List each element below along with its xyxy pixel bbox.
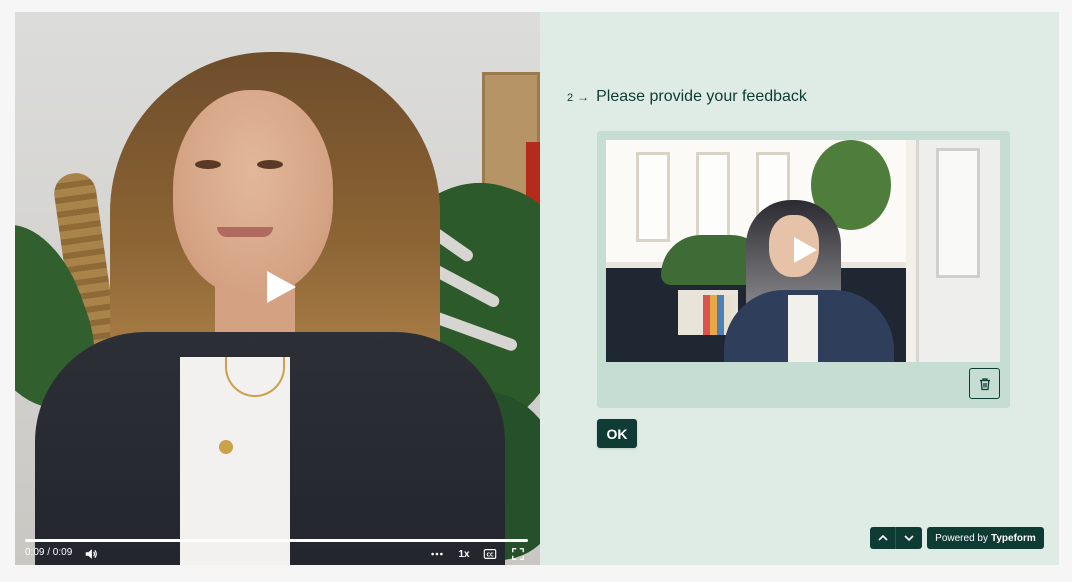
- typeform-brand: Typeform: [990, 532, 1036, 544]
- recorded-video-player[interactable]: [606, 140, 1000, 362]
- captions-icon[interactable]: CC: [482, 546, 498, 562]
- question-header: 2 → Please provide your feedback: [567, 88, 807, 106]
- arrow-right-icon: →: [577, 90, 590, 104]
- question-number: 2: [567, 92, 574, 104]
- ok-button[interactable]: OK: [597, 419, 637, 448]
- video-progress-bar[interactable]: [25, 539, 528, 542]
- previous-question-button[interactable]: [870, 527, 896, 549]
- window-pane: [696, 152, 730, 242]
- playback-speed[interactable]: 1x: [455, 546, 473, 562]
- next-question-button[interactable]: [896, 527, 922, 549]
- more-icon[interactable]: [429, 546, 445, 562]
- fullscreen-icon[interactable]: [510, 546, 526, 562]
- pendant: [219, 440, 233, 454]
- play-icon[interactable]: [265, 270, 297, 304]
- form-frame: 0:09 / 0:09 1x CC 2 → Please provide you…: [15, 12, 1059, 565]
- video-controls: 0:09 / 0:09 1x CC: [15, 543, 540, 565]
- intro-video-player[interactable]: 0:09 / 0:09 1x CC: [15, 12, 540, 565]
- presenter-eye: [257, 160, 283, 169]
- chevron-down-icon: [904, 535, 914, 542]
- trash-icon: [979, 377, 990, 390]
- presenter-face: [173, 90, 333, 295]
- presenter-mouth: [217, 227, 273, 237]
- recorded-video-card: [597, 131, 1010, 408]
- question-navigation: [870, 527, 922, 549]
- question-panel: 2 → Please provide your feedback OK Powe…: [540, 12, 1059, 565]
- chevron-up-icon: [877, 534, 888, 541]
- svg-text:CC: CC: [486, 552, 494, 558]
- question-title: Please provide your feedback: [596, 88, 807, 105]
- presenter-eye: [195, 160, 221, 169]
- powered-by-typeform-link[interactable]: Powered by Typeform: [927, 527, 1044, 549]
- powered-by-label: Powered by: [935, 532, 988, 544]
- delete-video-button[interactable]: [969, 368, 1000, 399]
- play-icon[interactable]: [792, 236, 818, 264]
- person-shirt: [788, 295, 818, 362]
- window-pane: [636, 152, 670, 242]
- volume-icon[interactable]: [83, 546, 99, 562]
- video-time: 0:09 / 0:09: [25, 547, 73, 558]
- door-window: [936, 148, 980, 278]
